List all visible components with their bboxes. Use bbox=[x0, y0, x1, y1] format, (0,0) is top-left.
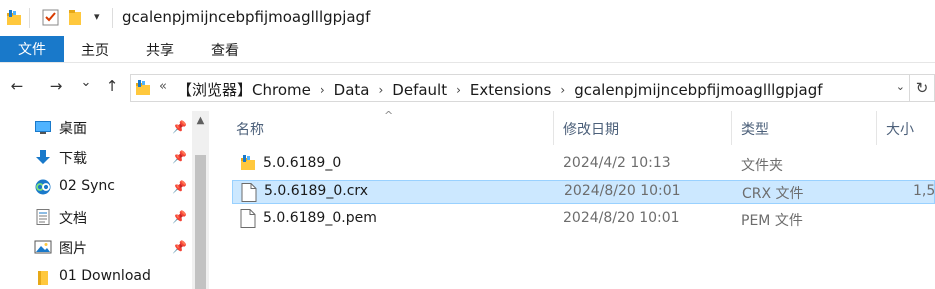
scrollbar-thumb[interactable] bbox=[195, 155, 206, 289]
file-name: 5.0.6189_0.crx bbox=[264, 183, 369, 199]
sidebar-item-01-download[interactable]: 01 Download bbox=[0, 262, 195, 289]
download-icon bbox=[34, 149, 52, 165]
sidebar-item-label: 下载 bbox=[59, 151, 87, 167]
file-row[interactable]: 5.0.6189_0.pem 2024/8/20 10:01 PEM 文件 bbox=[232, 207, 935, 231]
file-type: PEM 文件 bbox=[741, 213, 803, 229]
toolbar-divider bbox=[29, 8, 30, 28]
file-type: CRX 文件 bbox=[742, 186, 804, 202]
pictures-icon bbox=[34, 239, 52, 255]
pin-icon[interactable]: 📌 bbox=[172, 210, 187, 224]
scroll-up-arrow-icon[interactable]: ▲ bbox=[192, 115, 209, 126]
overflow-chevron-icon[interactable]: « bbox=[159, 79, 167, 94]
column-header-type[interactable]: 类型 bbox=[741, 119, 769, 139]
pin-icon[interactable]: 📌 bbox=[172, 180, 187, 194]
file-icon bbox=[241, 183, 257, 206]
column-divider[interactable] bbox=[876, 111, 877, 145]
file-row-selected[interactable]: 5.0.6189_0.crx 2024/8/20 10:01 CRX 文件 1,… bbox=[232, 180, 935, 204]
tab-home[interactable]: 主页 bbox=[81, 40, 109, 60]
customize-toolbar-chevron-icon[interactable]: ▾ bbox=[94, 10, 100, 23]
breadcrumb-item-chrome[interactable]: 【浏览器】Chrome bbox=[177, 79, 311, 100]
up-button[interactable]: ↑ bbox=[101, 77, 123, 95]
file-date-modified: 2024/8/20 10:01 bbox=[563, 210, 680, 226]
column-header-size[interactable]: 大小 bbox=[886, 119, 914, 139]
toolbar-divider bbox=[112, 8, 113, 28]
sidebar-item-desktop[interactable]: 桌面 📌 bbox=[0, 112, 195, 142]
breadcrumb: 【浏览器】Chrome › Data › Default › Extension… bbox=[177, 79, 823, 100]
pin-icon[interactable]: 📌 bbox=[172, 150, 187, 164]
navigation-pane-scrollbar[interactable]: ▲ bbox=[192, 111, 209, 289]
breadcrumb-item-data[interactable]: Data bbox=[334, 81, 370, 99]
file-date-modified: 2024/4/2 10:13 bbox=[563, 155, 671, 171]
sidebar-item-pictures[interactable]: 图片 📌 bbox=[0, 232, 195, 262]
address-bar[interactable]: « 【浏览器】Chrome › Data › Default › Extensi… bbox=[130, 74, 910, 102]
sort-ascending-icon: ^ bbox=[384, 109, 394, 122]
folder-icon bbox=[34, 269, 52, 285]
document-icon bbox=[34, 209, 52, 225]
folder-icon bbox=[240, 154, 258, 176]
tab-view[interactable]: 查看 bbox=[211, 40, 239, 60]
forward-button[interactable]: → bbox=[45, 77, 67, 95]
navigation-pane: 桌面 📌 下载 📌 02 Sync 📌 文档 📌 图片 📌 01 Downloa bbox=[0, 111, 210, 289]
breadcrumb-chevron-icon[interactable]: › bbox=[560, 83, 565, 97]
breadcrumb-chevron-icon[interactable]: › bbox=[378, 83, 383, 97]
back-button[interactable]: ← bbox=[6, 77, 28, 95]
sidebar-item-documents[interactable]: 文档 📌 bbox=[0, 202, 195, 232]
column-header-date-modified[interactable]: 修改日期 bbox=[563, 119, 619, 139]
column-divider[interactable] bbox=[731, 111, 732, 145]
file-size: 1,5 bbox=[913, 183, 935, 199]
sidebar-item-label: 文档 bbox=[59, 211, 87, 227]
breadcrumb-item-default[interactable]: Default bbox=[392, 81, 447, 99]
address-history-chevron-icon[interactable]: ⌄ bbox=[896, 80, 905, 93]
tab-share[interactable]: 共享 bbox=[146, 40, 174, 60]
explorer-app-icon[interactable] bbox=[6, 9, 24, 31]
sync-icon bbox=[34, 179, 52, 195]
tab-file[interactable]: 文件 bbox=[0, 36, 64, 62]
file-list: ^ 名称 修改日期 类型 大小 5.0.6189_0 2024/4/2 10:1… bbox=[210, 109, 935, 289]
pin-icon[interactable]: 📌 bbox=[172, 240, 187, 254]
refresh-button[interactable]: ↻ bbox=[910, 74, 935, 102]
ribbon-tabs: 文件 主页 共享 查看 bbox=[0, 36, 935, 62]
column-header-name[interactable]: 名称 bbox=[236, 119, 264, 139]
file-name: 5.0.6189_0.pem bbox=[263, 210, 377, 226]
column-divider[interactable] bbox=[553, 111, 554, 145]
desktop-icon bbox=[34, 119, 52, 135]
sidebar-item-sync[interactable]: 02 Sync 📌 bbox=[0, 172, 195, 202]
sidebar-item-label: 桌面 bbox=[59, 121, 87, 137]
window-title: gcalenpjmijncebpfijmoaglllgpjagf bbox=[122, 8, 371, 26]
file-icon bbox=[240, 209, 256, 232]
file-row[interactable]: 5.0.6189_0 2024/4/2 10:13 文件夹 bbox=[232, 152, 935, 176]
properties-check-icon[interactable] bbox=[42, 9, 59, 30]
pin-icon[interactable]: 📌 bbox=[172, 120, 187, 134]
file-name: 5.0.6189_0 bbox=[263, 155, 342, 171]
navigation-bar: ← → ⌄ ↑ « 【浏览器】Chrome › Data › Default ›… bbox=[0, 63, 935, 111]
breadcrumb-item-extensions[interactable]: Extensions bbox=[470, 81, 551, 99]
sidebar-item-label: 01 Download bbox=[59, 268, 151, 284]
file-date-modified: 2024/8/20 10:01 bbox=[564, 183, 681, 199]
title-bar: ▾ gcalenpjmijncebpfijmoaglllgpjagf bbox=[0, 0, 935, 36]
sidebar-item-label: 图片 bbox=[59, 241, 87, 257]
breadcrumb-item-current[interactable]: gcalenpjmijncebpfijmoaglllgpjagf bbox=[574, 81, 822, 99]
folder-location-icon bbox=[135, 79, 153, 101]
sidebar-item-label: 02 Sync bbox=[59, 178, 116, 194]
new-folder-icon[interactable] bbox=[68, 9, 84, 30]
file-type: 文件夹 bbox=[741, 158, 783, 174]
breadcrumb-chevron-icon[interactable]: › bbox=[456, 83, 461, 97]
breadcrumb-chevron-icon[interactable]: › bbox=[320, 83, 325, 97]
recent-locations-button[interactable]: ⌄ bbox=[75, 75, 97, 90]
sidebar-item-downloads[interactable]: 下载 📌 bbox=[0, 142, 195, 172]
